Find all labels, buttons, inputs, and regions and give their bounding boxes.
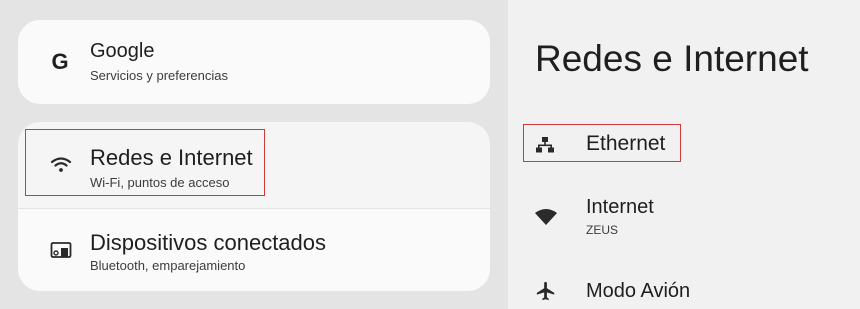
detail-item-modo-avion[interactable]: Modo Avión bbox=[520, 270, 860, 309]
detail-item-label: Modo Avión bbox=[586, 280, 691, 302]
airplane-icon bbox=[534, 279, 558, 303]
sidebar-item-label: Dispositivos conectados bbox=[90, 230, 327, 255]
sidebar-item-sublabel: Servicios y preferencias bbox=[90, 68, 228, 83]
google-g-icon: G bbox=[51, 49, 69, 74]
detail-item-label: Internet bbox=[586, 196, 654, 218]
connected-devices-icon bbox=[48, 237, 74, 263]
wifi-signal-icon bbox=[534, 206, 558, 228]
sidebar-item-google[interactable]: G Google Servicios y preferencias bbox=[18, 20, 490, 104]
highlight-box-redes bbox=[25, 129, 265, 196]
page-title: Redes e Internet bbox=[535, 38, 809, 79]
detail-item-internet[interactable]: Internet ZEUS bbox=[520, 190, 860, 246]
detail-item-sublabel: ZEUS bbox=[586, 223, 619, 237]
highlight-box-ethernet bbox=[523, 124, 681, 162]
settings-sidebar: G Google Servicios y preferencias Redes … bbox=[0, 0, 508, 309]
sidebar-item-dispositivos-conectados[interactable]: Dispositivos conectados Bluetooth, empar… bbox=[18, 209, 490, 291]
sidebar-item-label: Google bbox=[90, 40, 155, 62]
sidebar-item-sublabel: Bluetooth, emparejamiento bbox=[90, 258, 246, 273]
